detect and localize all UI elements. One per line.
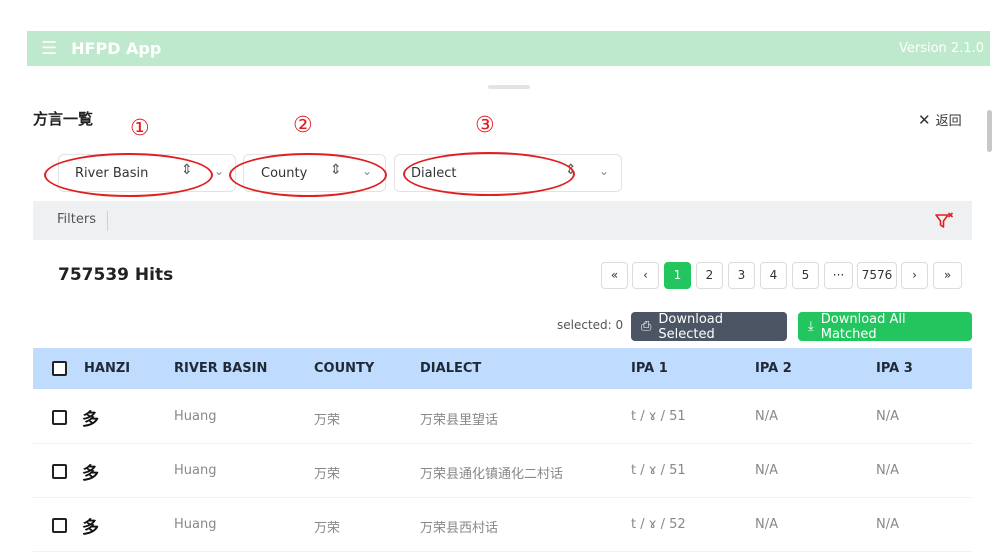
cell-ipa-1: t / ɤ / 52	[631, 517, 686, 532]
cell-ipa-1: t / ɤ / 51	[631, 409, 686, 424]
county-select-label: County	[261, 166, 308, 181]
cell-river-basin: Huang	[174, 409, 217, 424]
river-basin-select-label: River Basin	[75, 166, 149, 181]
dialect-select-label: Dialect	[411, 166, 457, 181]
cell-ipa-2: N/A	[755, 517, 778, 532]
page-ellipsis[interactable]: ···	[824, 262, 853, 289]
sort-updown-icon: ⇕	[565, 162, 577, 178]
cell-dialect: 万荣县西村话	[420, 521, 499, 536]
scrollbar[interactable]	[987, 110, 992, 152]
last-page-button[interactable]: »	[933, 262, 962, 289]
filter-bar: Filters	[33, 201, 972, 240]
chevron-down-icon: ⌄	[599, 164, 610, 178]
cell-ipa-3: N/A	[876, 517, 899, 532]
app-version: Version 2.1.0	[898, 41, 984, 56]
download-selected-button[interactable]: ⎙ Download Selected	[631, 311, 787, 342]
download-icon: ⤓	[808, 319, 814, 334]
download-all-label: Download All Matched	[820, 311, 906, 342]
column-header-ipa-1[interactable]: IPA 1	[631, 361, 668, 376]
column-header-ipa-2[interactable]: IPA 2	[755, 361, 792, 376]
table-header: HANZI RIVER BASIN COUNTY DIALECT IPA 1 I…	[33, 348, 972, 389]
page-button-3[interactable]: 3	[728, 262, 755, 289]
cell-ipa-2: N/A	[755, 463, 778, 478]
page-title: 方言一覧	[33, 110, 94, 128]
column-header-county[interactable]: COUNTY	[314, 361, 374, 376]
row-checkbox[interactable]	[52, 518, 67, 533]
cell-dialect: 万荣县通化镇通化二村话	[420, 467, 564, 482]
sort-updown-icon: ⇕	[181, 162, 193, 178]
filters-label[interactable]: Filters	[57, 212, 96, 227]
app-title: HFPD App	[71, 39, 162, 58]
column-header-dialect[interactable]: DIALECT	[420, 361, 481, 376]
selected-count: selected: 0	[557, 318, 624, 332]
row-checkbox[interactable]	[52, 464, 67, 479]
page-button-2[interactable]: 2	[696, 262, 723, 289]
annotation-3: ③	[475, 113, 495, 138]
back-label: 返回	[935, 114, 962, 129]
cell-ipa-2: N/A	[755, 409, 778, 424]
page-button-4[interactable]: 4	[760, 262, 787, 289]
first-page-button[interactable]: «	[601, 262, 628, 289]
column-header-hanzi[interactable]: HANZI	[84, 361, 130, 376]
table-row[interactable]: 多 Huang 万荣 万荣县通化镇通化二村话 t / ɤ / 51 N/A N/…	[33, 444, 972, 498]
file-download-icon: ⎙	[641, 319, 652, 334]
sort-updown-icon: ⇕	[330, 162, 342, 178]
cell-ipa-3: N/A	[876, 409, 899, 424]
download-selected-label: Download Selected	[658, 311, 724, 342]
chevron-down-icon: ⌄	[362, 164, 373, 178]
cell-ipa-3: N/A	[876, 463, 899, 478]
cell-hanzi: 多	[82, 464, 99, 484]
annotation-1: ①	[130, 116, 150, 141]
download-all-button[interactable]: ⤓ Download All Matched	[798, 311, 972, 342]
prev-page-button[interactable]: ‹	[632, 262, 659, 289]
hits-count: 757539 Hits	[58, 265, 174, 285]
filter-clear-icon[interactable]	[933, 210, 955, 232]
page-button-5[interactable]: 5	[792, 262, 819, 289]
back-button[interactable]: ✕ 返回	[918, 110, 962, 129]
county-select[interactable]: County ⇕ ⌄	[243, 154, 386, 192]
app-bar: ☰ HFPD App Version 2.1.0	[27, 31, 990, 66]
table-row[interactable]: 多 Huang 万荣 万荣县里望话 t / ɤ / 51 N/A N/A	[33, 390, 972, 444]
cell-county: 万荣	[314, 521, 341, 536]
close-icon: ✕	[918, 111, 931, 129]
cell-hanzi: 多	[82, 518, 99, 538]
column-header-river-basin[interactable]: RIVER BASIN	[174, 361, 267, 376]
cell-river-basin: Huang	[174, 463, 217, 478]
cell-county: 万荣	[314, 467, 341, 482]
chevron-down-icon: ⌄	[214, 164, 225, 178]
column-header-ipa-3[interactable]: IPA 3	[876, 361, 913, 376]
last-page-number-button[interactable]: 7576	[857, 262, 897, 289]
cell-ipa-1: t / ɤ / 51	[631, 463, 686, 478]
cell-hanzi: 多	[82, 410, 99, 430]
cell-river-basin: Huang	[174, 517, 217, 532]
dialect-select[interactable]: Dialect ⇕ ⌄	[394, 154, 622, 192]
next-page-button[interactable]: ›	[901, 262, 928, 289]
row-checkbox[interactable]	[52, 410, 67, 425]
cell-county: 万荣	[314, 413, 341, 428]
page-button-1[interactable]: 1	[664, 262, 691, 289]
drawer-handle[interactable]	[488, 85, 530, 89]
select-all-checkbox[interactable]	[52, 361, 67, 376]
table-row[interactable]: 多 Huang 万荣 万荣县西村话 t / ɤ / 52 N/A N/A	[33, 498, 972, 552]
hamburger-icon[interactable]: ☰	[41, 38, 57, 59]
annotation-2: ②	[293, 113, 313, 138]
divider	[107, 211, 108, 231]
cell-dialect: 万荣县里望话	[420, 413, 499, 428]
river-basin-select[interactable]: River Basin ⇕ ⌄	[58, 154, 236, 192]
